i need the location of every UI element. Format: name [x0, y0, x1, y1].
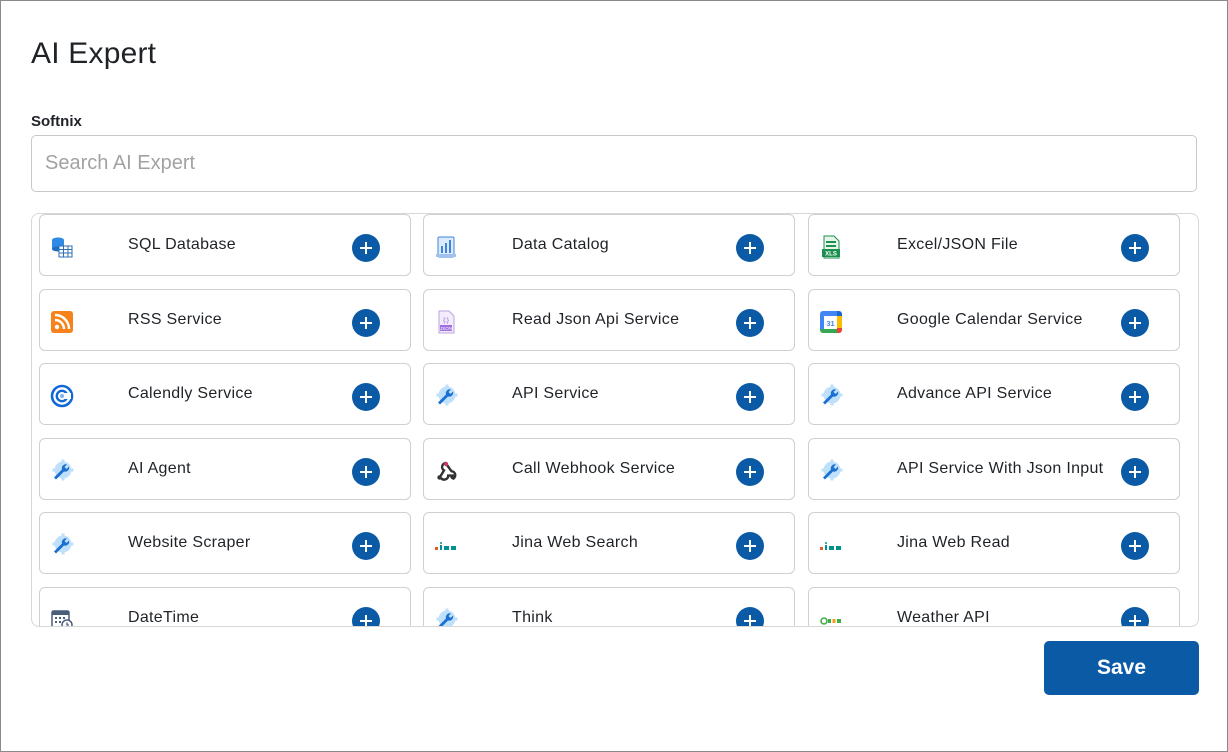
calendar-clock-icon	[50, 608, 74, 626]
section-label: Softnix	[31, 113, 82, 130]
calendly-icon	[50, 384, 74, 408]
add-tool-button[interactable]	[352, 309, 380, 337]
add-tool-button[interactable]	[736, 458, 764, 486]
google-calendar-icon: 31	[819, 310, 843, 334]
add-tool-button[interactable]	[1121, 383, 1149, 411]
add-tool-button[interactable]	[736, 234, 764, 262]
svg-text:XLS: XLS	[825, 252, 837, 258]
tool-card[interactable]: SQL Database	[39, 214, 411, 276]
tool-card[interactable]: Weather API	[808, 587, 1180, 626]
add-tool-button[interactable]	[1121, 532, 1149, 560]
tool-card[interactable]: RSS Service	[39, 289, 411, 351]
tool-label: Google Calendar Service	[897, 311, 1083, 328]
tool-label: Data Catalog	[512, 236, 609, 253]
tool-card[interactable]: API Service With Json Input	[808, 438, 1180, 500]
rss-icon	[50, 310, 74, 334]
jina-icon	[434, 533, 458, 557]
tool-label: API Service With Json Input	[897, 460, 1104, 477]
xls-file-icon: XLS	[819, 235, 843, 259]
add-tool-button[interactable]	[736, 532, 764, 560]
tool-label: Website Scraper	[128, 534, 251, 551]
add-tool-button[interactable]	[352, 532, 380, 560]
add-tool-button[interactable]	[736, 309, 764, 337]
jina-icon	[819, 533, 843, 557]
add-tool-button[interactable]	[1121, 234, 1149, 262]
tool-card[interactable]: Website Scraper	[39, 512, 411, 574]
tool-card[interactable]: XLS Excel/JSON File	[808, 214, 1180, 276]
tool-label: Advance API Service	[897, 385, 1053, 402]
svg-text:JSON: JSON	[440, 326, 452, 331]
search-input[interactable]	[31, 135, 1197, 192]
tool-card[interactable]: Data Catalog	[423, 214, 795, 276]
wrench-gear-icon	[819, 384, 843, 408]
add-tool-button[interactable]	[1121, 458, 1149, 486]
tool-card[interactable]: Call Webhook Service	[423, 438, 795, 500]
add-tool-button[interactable]	[352, 458, 380, 486]
webhook-icon	[434, 459, 458, 483]
tool-card[interactable]: API Service	[423, 363, 795, 425]
dialog-title: AI Expert	[31, 37, 157, 70]
wrench-gear-icon	[50, 459, 74, 483]
save-button[interactable]: Save	[1044, 641, 1199, 695]
tool-card[interactable]: Calendly Service	[39, 363, 411, 425]
tool-label: Calendly Service	[128, 385, 253, 402]
tool-label: Read Json Api Service	[512, 311, 680, 328]
tool-label: SQL Database	[128, 236, 236, 253]
tool-card[interactable]: Jina Web Read	[808, 512, 1180, 574]
add-tool-button[interactable]	[1121, 607, 1149, 626]
wrench-gear-icon	[434, 384, 458, 408]
add-tool-button[interactable]	[352, 607, 380, 626]
tool-label: Jina Web Read	[897, 534, 1011, 551]
tool-label: Call Webhook Service	[512, 460, 676, 477]
tool-card[interactable]: Think	[423, 587, 795, 626]
tool-label: AI Agent	[128, 460, 191, 477]
weather-api-icon	[819, 608, 843, 626]
ai-expert-dialog: AI Expert Softnix SQL Database Data Catal…	[0, 0, 1228, 752]
add-tool-button[interactable]	[736, 607, 764, 626]
tool-card[interactable]: Jina Web Search	[423, 512, 795, 574]
tool-label: API Service	[512, 385, 599, 402]
wrench-gear-icon	[50, 533, 74, 557]
add-tool-button[interactable]	[736, 383, 764, 411]
tool-label: DateTime	[128, 609, 200, 626]
tool-label: Jina Web Search	[512, 534, 639, 551]
database-table-icon	[50, 235, 74, 259]
tool-card[interactable]: AI Agent	[39, 438, 411, 500]
add-tool-button[interactable]	[1121, 309, 1149, 337]
tool-label: Think	[512, 609, 553, 626]
data-catalog-icon	[434, 235, 458, 259]
tool-card[interactable]: DateTime	[39, 587, 411, 626]
svg-text:{;}: {;}	[443, 318, 449, 324]
add-tool-button[interactable]	[352, 383, 380, 411]
wrench-gear-icon	[819, 459, 843, 483]
tool-list[interactable]: SQL Database Data Catalog XLS Excel/JSON Fi…	[31, 213, 1199, 627]
tool-card[interactable]: 31 Google Calendar Service	[808, 289, 1180, 351]
wrench-gear-icon	[434, 608, 458, 626]
tool-label: Weather API	[897, 609, 990, 626]
tool-label: Excel/JSON File	[897, 236, 1018, 253]
tool-card[interactable]: {;} JSON Read Json Api Service	[423, 289, 795, 351]
svg-text:31: 31	[826, 319, 834, 328]
json-file-icon: {;} JSON	[434, 310, 458, 334]
add-tool-button[interactable]	[352, 234, 380, 262]
tool-label: RSS Service	[128, 311, 222, 328]
tool-card[interactable]: Advance API Service	[808, 363, 1180, 425]
